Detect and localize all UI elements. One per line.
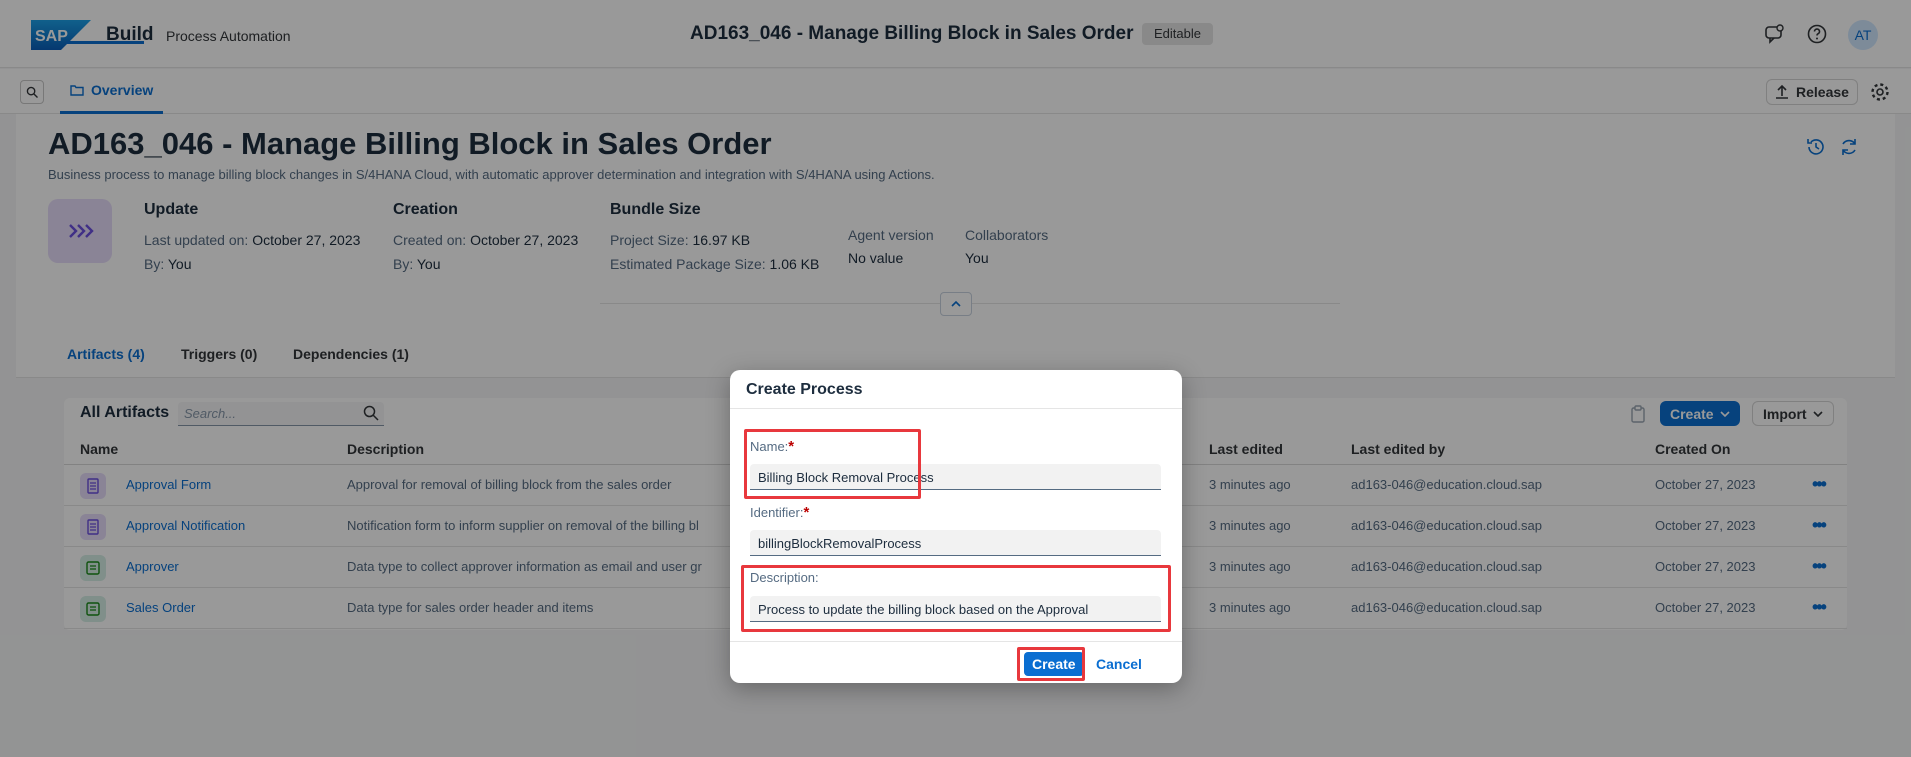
dialog-header-divider <box>730 408 1182 409</box>
dialog-cancel-button[interactable]: Cancel <box>1096 656 1142 672</box>
required-marker: * <box>803 504 810 521</box>
description-highlight-box <box>741 565 1171 632</box>
dialog-title: Create Process <box>746 381 863 398</box>
dialog-footer-divider <box>730 641 1182 642</box>
identifier-input[interactable]: billingBlockRemovalProcess <box>750 530 1161 556</box>
create-highlight-box <box>1017 647 1085 681</box>
name-highlight-box <box>744 429 921 499</box>
create-process-dialog: Create Process Name:* Billing Block Remo… <box>730 370 1182 683</box>
identifier-label: Identifier:* <box>750 504 810 521</box>
